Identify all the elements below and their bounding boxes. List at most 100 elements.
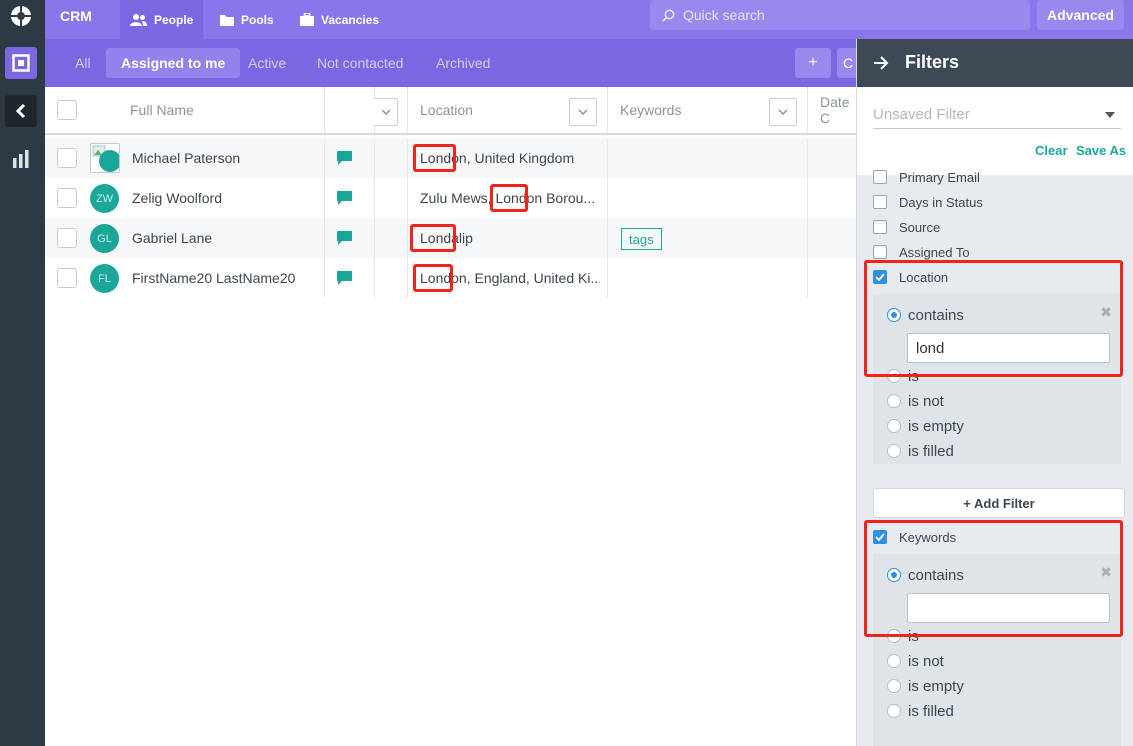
tab-people[interactable]: People xyxy=(120,0,204,39)
filter-checkbox[interactable] xyxy=(873,245,887,259)
keywords-option-is-filled[interactable]: is filled xyxy=(887,701,954,721)
column-menu-button[interactable] xyxy=(374,98,398,126)
radio[interactable] xyxy=(887,419,901,433)
filter-checkbox[interactable] xyxy=(873,170,887,184)
person-name[interactable]: Zelig Woolford xyxy=(132,178,222,218)
search-input[interactable]: Quick search xyxy=(650,0,1030,30)
subtab-archived[interactable]: Archived xyxy=(421,48,505,78)
person-name[interactable]: Gabriel Lane xyxy=(132,218,212,258)
filter-field-assigned-to[interactable]: Assigned To xyxy=(873,242,970,262)
filter-field-label: Source xyxy=(899,219,941,235)
person-name[interactable]: FirstName20 LastName20 xyxy=(132,258,295,298)
filters-title: Filters xyxy=(905,52,960,72)
advanced-button[interactable]: Advanced xyxy=(1037,0,1124,30)
column-keywords[interactable]: Keywords xyxy=(620,87,681,133)
cell-divider xyxy=(607,258,608,298)
avatar: ZW xyxy=(90,184,119,213)
chat-icon[interactable] xyxy=(337,231,352,245)
filters-toolbar: Unsaved Filter Clear Save As xyxy=(857,87,1133,175)
filter-checkbox[interactable] xyxy=(873,195,887,209)
subtab-active[interactable]: Active xyxy=(233,48,301,78)
filter-field-source[interactable]: Source xyxy=(873,217,940,237)
cell-divider xyxy=(374,258,375,298)
crm-icon[interactable] xyxy=(5,47,37,79)
column-location[interactable]: Location xyxy=(420,87,473,133)
keywords-option-is-empty[interactable]: is empty xyxy=(887,676,964,696)
search-icon xyxy=(662,9,675,22)
cell-divider xyxy=(407,138,408,178)
cell-divider xyxy=(374,138,375,178)
row-checkbox[interactable] xyxy=(57,188,77,208)
chat-icon[interactable] xyxy=(337,151,352,165)
tab-pools[interactable]: Pools xyxy=(210,0,284,39)
add-filter-button[interactable]: + Add Filter xyxy=(873,488,1125,518)
app-title[interactable]: CRM xyxy=(60,8,92,24)
chevron-down-icon xyxy=(381,109,390,115)
radio[interactable] xyxy=(887,444,901,458)
left-rail xyxy=(0,0,45,746)
filter-field-days-in-status[interactable]: Days in Status xyxy=(873,192,983,212)
tab-vacancies[interactable]: Vacancies xyxy=(290,0,389,39)
filter-checkbox[interactable] xyxy=(873,220,887,234)
subtab-assigned-to-me[interactable]: Assigned to me xyxy=(106,48,241,78)
chat-icon[interactable] xyxy=(337,271,352,285)
saved-filter-select[interactable]: Unsaved Filter xyxy=(873,101,1121,129)
row-checkbox[interactable] xyxy=(57,148,77,168)
clear-filters-button[interactable]: Clear xyxy=(1035,143,1068,158)
row-checkbox[interactable] xyxy=(57,228,77,248)
cell-divider xyxy=(807,178,808,218)
arrow-right-icon[interactable] xyxy=(873,56,889,70)
cell-divider xyxy=(324,218,325,258)
cell-divider xyxy=(407,178,408,218)
column-full-name[interactable]: Full Name xyxy=(130,87,194,133)
stats-icon[interactable] xyxy=(5,143,37,175)
location-option-is-not[interactable]: is not xyxy=(887,391,944,411)
keywords-option-is-not[interactable]: is not xyxy=(887,651,944,671)
keyword-tag[interactable]: tags xyxy=(621,228,662,250)
person-name[interactable]: Michael Paterson xyxy=(132,138,240,178)
collapse-icon[interactable] xyxy=(5,95,37,127)
top-nav: CRM People Pools Vacancies Quick search … xyxy=(45,0,1133,39)
select-all-checkbox[interactable] xyxy=(57,100,77,120)
subtab-not-contacted[interactable]: Not contacted xyxy=(302,48,418,78)
match-highlight xyxy=(410,224,456,252)
add-person-button[interactable]: + xyxy=(795,48,831,78)
chat-icon[interactable] xyxy=(337,191,352,205)
table-row[interactable]: ZW Zelig Woolford Zulu Mews, London Boro… xyxy=(45,178,856,218)
row-checkbox[interactable] xyxy=(57,268,77,288)
cell-divider xyxy=(324,138,325,178)
chevron-down-icon xyxy=(578,109,588,115)
cell-divider xyxy=(324,258,325,298)
cell-divider xyxy=(324,178,325,218)
people-table: Full Name Location Keywords Date C Micha… xyxy=(45,87,856,746)
people-icon xyxy=(130,13,147,26)
radio[interactable] xyxy=(887,654,901,668)
briefcase-icon xyxy=(300,13,314,26)
location-option-is-filled[interactable]: is filled xyxy=(887,441,954,461)
avatar: GL xyxy=(90,224,119,253)
filter-field-label: Days in Status xyxy=(899,194,983,210)
saved-filter-placeholder: Unsaved Filter xyxy=(873,106,970,123)
subtab-all[interactable]: All xyxy=(60,48,106,78)
keywords-column-menu-button[interactable] xyxy=(769,98,797,126)
column-date-created[interactable]: Date C xyxy=(820,87,856,133)
tab-pools-label: Pools xyxy=(241,12,274,27)
location-column-menu-button[interactable] xyxy=(569,98,597,126)
location-option-is-empty[interactable]: is empty xyxy=(887,416,964,436)
filters-header: Filters xyxy=(857,39,1133,87)
search-placeholder: Quick search xyxy=(683,7,765,23)
radio[interactable] xyxy=(887,394,901,408)
filter-field-primary-email[interactable]: Primary Email xyxy=(873,167,980,187)
radio[interactable] xyxy=(887,704,901,718)
cell-divider xyxy=(374,178,375,218)
radio[interactable] xyxy=(887,679,901,693)
app: CRM People Pools Vacancies Quick search … xyxy=(0,0,1133,746)
cell-divider xyxy=(607,218,608,258)
save-as-button[interactable]: Save As xyxy=(1076,143,1126,158)
cell-divider xyxy=(607,138,608,178)
filters-panel: Filters Unsaved Filter Clear Save As Pri… xyxy=(856,39,1133,746)
column-divider xyxy=(807,87,808,133)
logo-icon[interactable] xyxy=(5,0,37,32)
match-highlight xyxy=(413,144,456,172)
cell-divider xyxy=(807,218,808,258)
